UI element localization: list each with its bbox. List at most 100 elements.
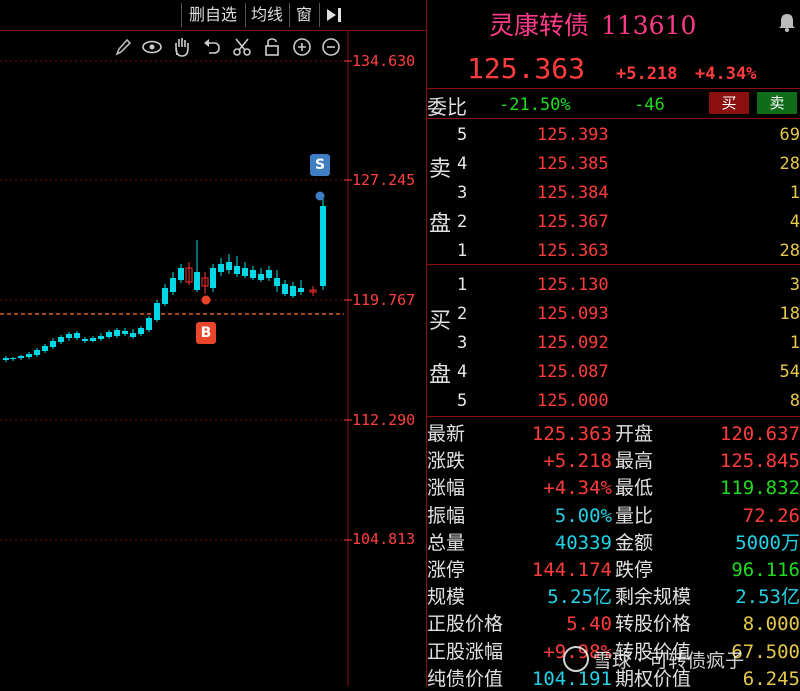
price-change: +5.218 bbox=[616, 64, 678, 84]
candle-body-down bbox=[138, 328, 144, 334]
buy-side-label: 买 bbox=[429, 309, 452, 334]
stat-value: 8.000 bbox=[742, 613, 800, 636]
buy-volume: 54 bbox=[779, 362, 800, 382]
stat-label: 开盘 bbox=[615, 423, 654, 445]
buy-level: 5 bbox=[457, 391, 468, 411]
candle-body-down bbox=[320, 206, 326, 286]
candle-body-down bbox=[106, 332, 112, 337]
candle-body-down bbox=[234, 266, 240, 274]
candle-body-down bbox=[298, 288, 304, 292]
price-change-pct: +4.34% bbox=[695, 64, 757, 84]
sell-side-label: 盘 bbox=[429, 212, 452, 237]
stat-label: 总量 bbox=[427, 531, 466, 554]
candle-body-down bbox=[98, 336, 104, 339]
quote-panel: 灵康转债 113610 125.363 +5.218 +4.34% 委比 -21… bbox=[427, 0, 800, 690]
quote-window: 删自选 均线 窗 134.630 127.245 119.767 112.290… bbox=[0, 0, 800, 690]
bond-code: 113610 bbox=[600, 11, 697, 40]
weibi-label: 委比 bbox=[427, 95, 467, 119]
stat-label: 正股涨幅 bbox=[427, 640, 504, 663]
stat-value: 96.116 bbox=[731, 559, 800, 581]
sell-marker-badge[interactable]: S bbox=[310, 154, 330, 176]
stat-value: 125.845 bbox=[719, 450, 800, 473]
candle-body-down bbox=[58, 337, 64, 342]
chart-panel[interactable]: 删自选 均线 窗 134.630 127.245 119.767 112.290… bbox=[0, 0, 426, 686]
candle-body-down bbox=[210, 268, 216, 288]
buy-level: 3 bbox=[457, 333, 468, 353]
sell-price[interactable]: 125.384 bbox=[537, 183, 609, 203]
price-level-label: 127.245 bbox=[352, 171, 416, 189]
price-level-label: 104.813 bbox=[352, 530, 416, 548]
buy-side-label: 盘 bbox=[429, 363, 452, 388]
stat-label: 涨幅 bbox=[427, 477, 466, 500]
candle-body-down bbox=[290, 286, 296, 296]
divider bbox=[427, 416, 800, 417]
sell-level: 2 bbox=[457, 212, 468, 232]
sell-level: 4 bbox=[457, 154, 468, 174]
candle-body-down bbox=[26, 354, 32, 357]
buy-volume: 8 bbox=[789, 391, 800, 411]
candle-body-down bbox=[82, 339, 88, 341]
stat-label: 涨跌 bbox=[427, 450, 466, 473]
buy-level: 4 bbox=[457, 362, 468, 382]
candle-body-down bbox=[154, 303, 160, 320]
buy-price[interactable]: 125.000 bbox=[537, 391, 609, 411]
sell-price[interactable]: 125.385 bbox=[537, 154, 609, 174]
sell-volume: 28 bbox=[779, 241, 800, 261]
stat-label: 最新 bbox=[427, 423, 466, 445]
candle-body-down bbox=[122, 331, 128, 334]
sell-price[interactable]: 125.367 bbox=[537, 212, 609, 232]
sell-volume: 1 bbox=[789, 183, 800, 203]
sell-price[interactable]: 125.363 bbox=[537, 241, 609, 261]
stat-label: 规模 bbox=[427, 586, 466, 609]
stat-value: +5.218 bbox=[543, 450, 612, 473]
bond-name: 灵康转债 bbox=[489, 11, 590, 40]
stat-label: 振幅 bbox=[427, 504, 466, 527]
candle-body-down bbox=[18, 356, 24, 358]
buy-button[interactable]: 买 bbox=[709, 92, 749, 114]
candle-body-down bbox=[170, 278, 176, 292]
candle-body-down bbox=[130, 333, 136, 337]
sell-marker-dot bbox=[315, 191, 325, 201]
candle-body-down bbox=[226, 262, 232, 270]
buy-level: 2 bbox=[457, 304, 468, 324]
last-price: 125.363 bbox=[467, 52, 586, 85]
stat-value: 5.25亿 bbox=[547, 586, 612, 609]
stat-value: 72.26 bbox=[742, 504, 800, 527]
weibi-diff: -46 bbox=[634, 95, 665, 115]
buy-volume: 18 bbox=[779, 304, 800, 324]
divider bbox=[427, 264, 800, 265]
bond-title: 灵康转债 113610 bbox=[489, 6, 696, 42]
buy-volume: 1 bbox=[789, 333, 800, 353]
stat-label: 量比 bbox=[615, 504, 654, 527]
candle-body-down bbox=[274, 278, 280, 286]
bell-icon[interactable] bbox=[778, 12, 796, 32]
candle-body-down bbox=[74, 333, 80, 338]
buy-price[interactable]: 125.130 bbox=[537, 275, 609, 295]
sell-button[interactable]: 卖 bbox=[757, 92, 797, 114]
stat-value: 5.00% bbox=[554, 504, 612, 527]
divider bbox=[427, 118, 800, 119]
stat-label: 纯债价值 bbox=[427, 667, 504, 690]
sell-volume: 69 bbox=[779, 125, 800, 145]
candle-body-down bbox=[34, 350, 40, 355]
price-level-label: 119.767 bbox=[352, 291, 416, 309]
candle-body-down bbox=[66, 334, 72, 338]
buy-marker-badge[interactable]: B bbox=[196, 322, 216, 344]
candle-body-down bbox=[3, 358, 9, 360]
candle-body-down bbox=[10, 358, 16, 359]
snowball-logo-icon bbox=[563, 646, 589, 672]
sell-price[interactable]: 125.393 bbox=[537, 125, 609, 145]
candle-body-down bbox=[250, 270, 256, 278]
sell-level: 1 bbox=[457, 241, 468, 261]
divider bbox=[427, 88, 800, 89]
sell-side-label: 卖 bbox=[429, 157, 452, 182]
candle-body-down bbox=[42, 346, 48, 351]
buy-price[interactable]: 125.093 bbox=[537, 304, 609, 324]
stat-value: 2.53亿 bbox=[735, 586, 800, 609]
stat-label: 涨停 bbox=[427, 559, 466, 581]
candle-body-down bbox=[218, 264, 224, 272]
buy-price[interactable]: 125.087 bbox=[537, 362, 609, 382]
buy-price[interactable]: 125.092 bbox=[537, 333, 609, 353]
stat-value: 144.174 bbox=[531, 559, 612, 581]
price-level-label: 134.630 bbox=[352, 52, 416, 70]
